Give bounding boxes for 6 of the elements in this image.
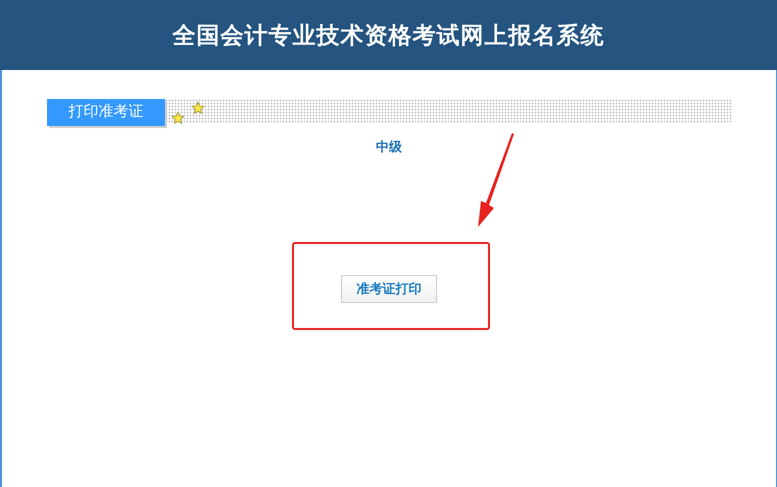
star-icon: [171, 111, 185, 125]
system-title: 全国会计专业技术资格考试网上报名系统: [172, 20, 604, 50]
star-icon: [191, 101, 205, 115]
print-admission-ticket-button[interactable]: 准考证打印: [341, 274, 437, 302]
level-heading: 中级: [376, 138, 402, 156]
section-label: 打印准考证: [47, 99, 165, 126]
